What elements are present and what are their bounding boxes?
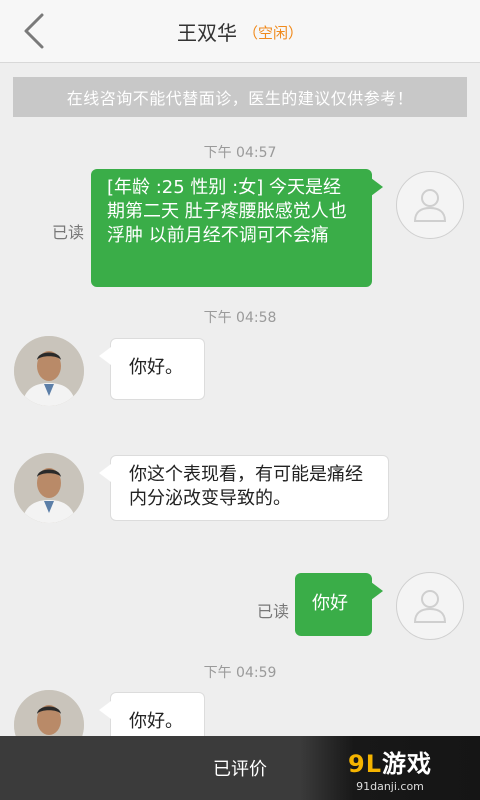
doctor-name: 王双华	[176, 20, 237, 45]
message-bubble[interactable]: 你好。	[110, 338, 205, 400]
bubble-tail	[99, 464, 111, 482]
message-text: 你好	[312, 593, 348, 614]
message-time: 下午 04:57	[203, 145, 277, 161]
bubble-tail	[371, 582, 383, 600]
doctor-photo-icon	[14, 336, 84, 406]
doctor-avatar[interactable]	[14, 336, 84, 406]
message-text: 你这个表现看，有可能是痛经内分泌改变导致的。	[129, 464, 363, 509]
doctor-photo-icon	[14, 453, 84, 523]
message-bubble[interactable]: 你好	[295, 573, 372, 636]
title-group: 王双华 （空闲）	[0, 0, 480, 62]
watermark-url: 91danji.com	[356, 779, 424, 793]
bubble-tail	[99, 701, 111, 719]
bubble-tail	[99, 347, 111, 365]
user-silhouette-icon	[413, 189, 447, 222]
bubble-tail	[371, 178, 383, 196]
read-receipt: 已读	[52, 223, 85, 242]
user-avatar[interactable]	[396, 572, 464, 640]
message-time: 下午 04:59	[203, 665, 277, 681]
watermark-logo-prefix: 9L	[348, 749, 382, 778]
user-silhouette-icon	[413, 590, 447, 623]
user-avatar[interactable]	[396, 171, 464, 239]
message-time: 下午 04:58	[203, 310, 277, 326]
top-bar: 王双华 （空闲）	[0, 0, 480, 63]
watermark-logo-text: 游戏	[382, 749, 432, 778]
doctor-status: （空闲）	[242, 24, 303, 42]
watermark: 9L游戏 91danji.com	[300, 736, 480, 800]
message-bubble[interactable]: [年龄 :25 性别 :女] 今天是经期第二天 肚子疼腰胀感觉人也浮肿 以前月经…	[91, 169, 372, 287]
message-text: [年龄 :25 性别 :女] 今天是经期第二天 肚子疼腰胀感觉人也浮肿 以前月经…	[107, 177, 347, 246]
disclaimer-banner: 在线咨询不能代替面诊，医生的建议仅供参考！	[13, 77, 467, 117]
bottom-bar: 已评价 9L游戏 91danji.com	[0, 736, 480, 800]
message-bubble[interactable]: 你这个表现看，有可能是痛经内分泌改变导致的。	[110, 455, 389, 521]
read-receipt: 已读	[257, 602, 290, 621]
watermark-logo: 9L游戏	[348, 744, 432, 779]
message-text: 你好。	[129, 711, 183, 732]
doctor-avatar[interactable]	[14, 453, 84, 523]
message-text: 你好。	[129, 357, 183, 378]
